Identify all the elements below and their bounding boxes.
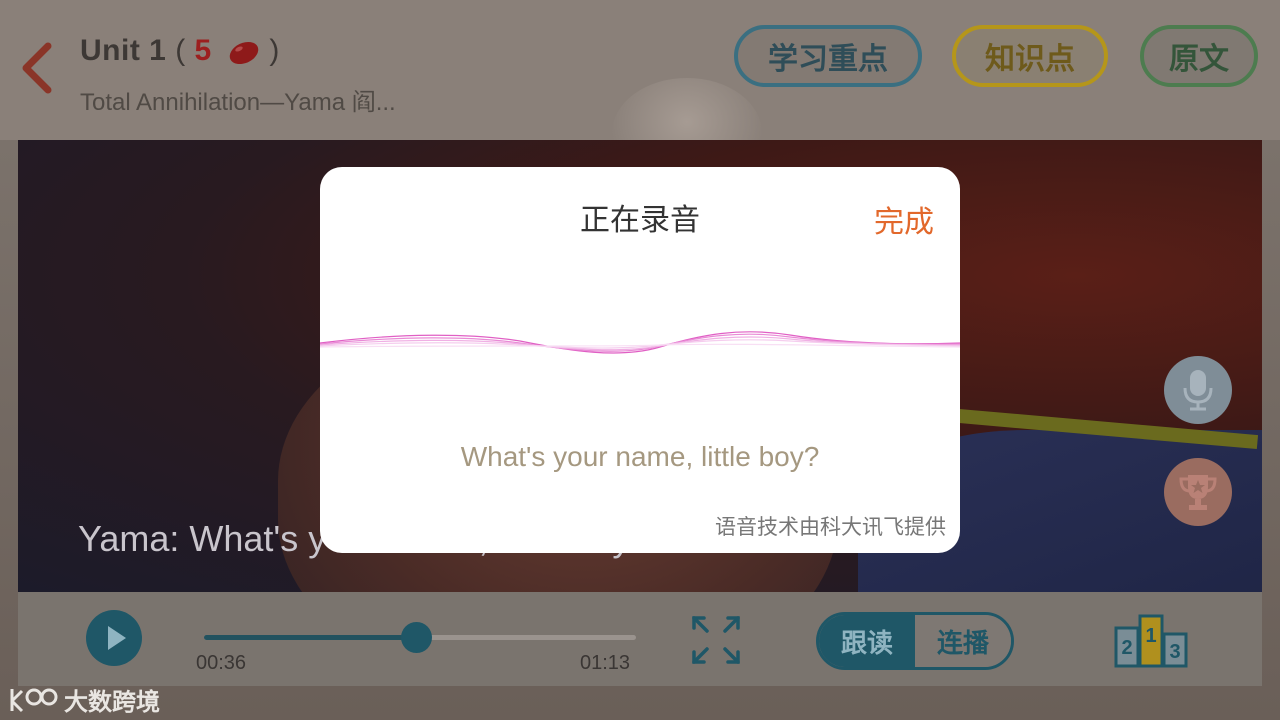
bean-icon xyxy=(229,42,258,65)
recording-prompt-text: What's your name, little boy? xyxy=(460,441,820,472)
original-text-button[interactable]: 原文 xyxy=(1140,25,1258,87)
progress-fill xyxy=(204,635,416,640)
progress-slider[interactable] xyxy=(204,622,636,653)
current-time: 00:36 xyxy=(196,652,247,674)
trophy-icon xyxy=(1179,475,1217,510)
podium-ranking-icon[interactable]: 2 1 3 xyxy=(1114,612,1190,670)
playback-mode-toggle: 跟读 连播 xyxy=(816,612,1014,670)
paren-close: ) xyxy=(269,34,280,67)
follow-read-tab[interactable]: 跟读 xyxy=(819,615,915,667)
key-points-button[interactable]: 学习重点 xyxy=(734,25,922,87)
podium-first: 1 xyxy=(1145,625,1156,647)
unit-label: Unit 1 xyxy=(80,34,167,67)
recording-title: 正在录音 xyxy=(580,203,700,238)
watermark: 大数跨境 xyxy=(8,682,160,717)
top-header: Unit 1 ( 5 ) Total Annihilation—Yama 阎..… xyxy=(0,0,1280,188)
back-arrow-icon[interactable] xyxy=(18,40,58,96)
ranking-trophy-button[interactable] xyxy=(1164,458,1232,526)
speech-tech-credit: 语音技术由科大讯飞提供 xyxy=(715,515,946,539)
done-button[interactable]: 完成 xyxy=(874,197,934,241)
watermark-text: 大数跨境 xyxy=(64,688,160,716)
lesson-title: Total Annihilation—Yama 阎... xyxy=(80,89,396,116)
podium-third: 3 xyxy=(1169,641,1180,663)
unit-title: Unit 1 ( 5 ) xyxy=(80,34,280,68)
record-mic-button[interactable] xyxy=(1164,356,1232,424)
audio-waveform xyxy=(320,331,960,354)
play-icon xyxy=(108,626,126,650)
paren-open: ( xyxy=(175,34,186,67)
fullscreen-icon[interactable] xyxy=(690,614,742,666)
bean-count: 5 xyxy=(194,34,212,67)
progress-thumb[interactable] xyxy=(400,622,432,653)
continuous-play-tab[interactable]: 连播 xyxy=(915,615,1011,667)
total-time: 01:13 xyxy=(580,652,631,674)
knowledge-points-button[interactable]: 知识点 xyxy=(952,25,1108,87)
play-button[interactable] xyxy=(86,610,142,666)
player-controls: 00:36 01:13 跟读 连播 2 1 3 xyxy=(18,592,1262,686)
watermark-logo-icon xyxy=(10,688,58,712)
podium-second: 2 xyxy=(1121,637,1132,659)
microphone-icon xyxy=(1183,370,1213,411)
recording-dialog: 正在录音 完成 What's your name, little boy? 语音… xyxy=(320,167,960,553)
